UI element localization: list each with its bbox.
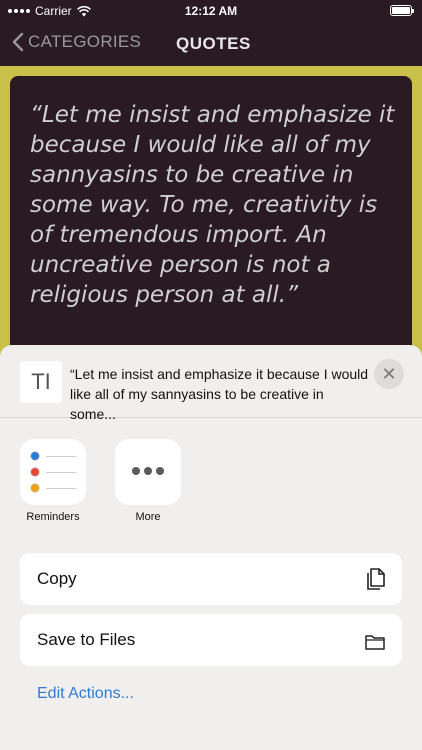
reminder-line bbox=[46, 456, 76, 457]
quote-text: “Let me insist and emphasize it because … bbox=[30, 102, 395, 308]
reminder-row bbox=[30, 467, 80, 477]
reminder-line bbox=[46, 488, 76, 489]
share-sheet-header: TI “Let me insist and emphasize it becau… bbox=[0, 345, 422, 422]
chevron-left-icon bbox=[12, 32, 24, 52]
app-reminders[interactable]: Reminders bbox=[13, 439, 93, 523]
reminders-icon bbox=[20, 439, 86, 505]
edit-actions-link[interactable]: Edit Actions... bbox=[37, 685, 134, 703]
copy-icon bbox=[367, 568, 385, 590]
close-button[interactable]: ✕ bbox=[374, 359, 404, 389]
copy-action[interactable]: Copy bbox=[20, 553, 402, 605]
app-label: More bbox=[135, 511, 161, 523]
share-sheet: TI “Let me insist and emphasize it becau… bbox=[0, 345, 422, 750]
reminder-row bbox=[30, 451, 80, 461]
navigation-bar: CATEGORIES QUOTES bbox=[0, 22, 422, 66]
reminder-row bbox=[30, 483, 80, 493]
action-label: Copy bbox=[37, 569, 77, 588]
app-more[interactable]: More bbox=[108, 439, 188, 523]
reminder-line bbox=[46, 472, 76, 473]
close-icon: ✕ bbox=[381, 363, 397, 384]
red-dot bbox=[30, 467, 40, 477]
ellipsis-icon bbox=[115, 467, 181, 478]
share-preview-text: “Let me insist and emphasize it because … bbox=[70, 366, 369, 422]
thumb-glyph: TI bbox=[31, 369, 51, 394]
status-bar: Carrier 12:12 AM bbox=[0, 0, 422, 22]
share-apps-row: Reminders More bbox=[0, 439, 422, 529]
battery-icon bbox=[390, 5, 414, 16]
back-label: CATEGORIES bbox=[28, 32, 142, 51]
save-to-files-action[interactable]: Save to Files bbox=[20, 614, 402, 666]
status-time: 12:12 AM bbox=[184, 4, 238, 18]
orange-dot bbox=[30, 483, 40, 493]
blue-dot bbox=[30, 451, 40, 461]
back-button[interactable]: CATEGORIES bbox=[12, 32, 141, 52]
folder-icon bbox=[365, 635, 385, 650]
quote-card: “Let me insist and emphasize it because … bbox=[10, 76, 412, 376]
nav-title: QUOTES bbox=[176, 34, 251, 53]
app-label: Reminders bbox=[26, 511, 80, 523]
top-bar: Carrier 12:12 AM CATEGORIES QUOTES bbox=[0, 0, 422, 66]
more-icon bbox=[115, 439, 181, 505]
action-label: Save to Files bbox=[37, 630, 136, 649]
text-document-icon: TI bbox=[20, 361, 62, 403]
